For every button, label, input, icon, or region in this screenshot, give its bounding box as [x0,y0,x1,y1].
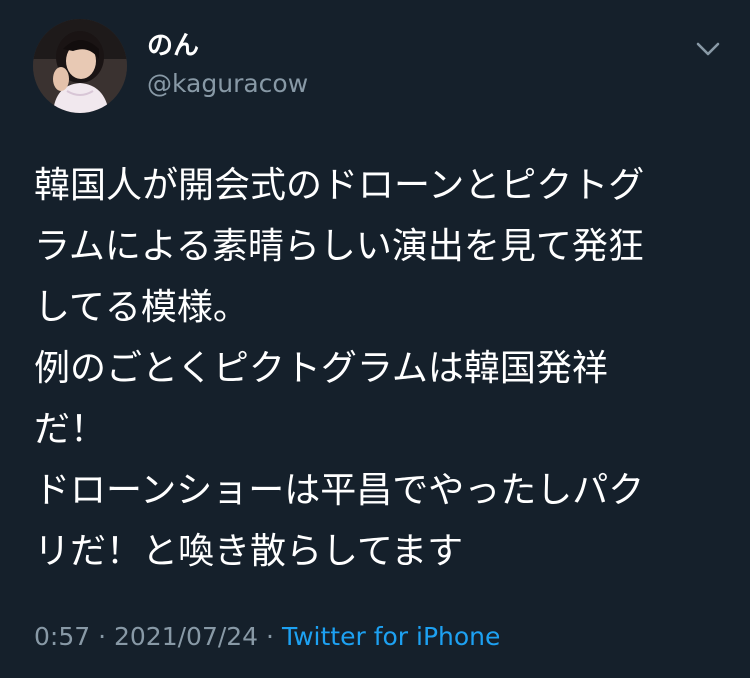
avatar-image [33,19,127,113]
tweet-menu-button[interactable] [690,34,726,64]
tweet-text-line: だ！ [34,409,107,450]
tweet-source-link[interactable]: Twitter for iPhone [282,622,500,651]
chevron-down-icon [696,42,720,56]
avatar[interactable] [33,19,127,113]
tweet: のん @kaguracow 韓国人が開会式のドローンとピクトグ ラムによる素晴ら… [0,0,750,678]
tweet-text-line: ラムによる素晴らしい演出を見て発狂 [34,226,644,267]
tweet-date[interactable]: 2021/07/24 [114,622,258,651]
user-handle[interactable]: @kaguracow [147,68,308,100]
tweet-text-line: してる模様。 [34,287,249,328]
tweet-text-line: ドローンショーは平昌でやったしパク [34,470,645,511]
meta-separator: · [98,622,107,651]
meta-separator: · [266,622,274,651]
tweet-text: 韓国人が開会式のドローンとピクトグ ラムによる素晴らしい演出を見て発狂 してる模… [34,155,724,582]
tweet-text-line: リだ！と喚き散らしてます [34,531,464,572]
tweet-text-line: 例のごとくピクトグラムは韓国発祥 [34,348,608,389]
display-name[interactable]: のん [147,30,199,62]
tweet-metadata: 0:57 · 2021/07/24 · Twitter for iPhone [34,620,500,654]
tweet-text-line: 韓国人が開会式のドローンとピクトグ [34,165,645,206]
tweet-time[interactable]: 0:57 [34,622,90,651]
